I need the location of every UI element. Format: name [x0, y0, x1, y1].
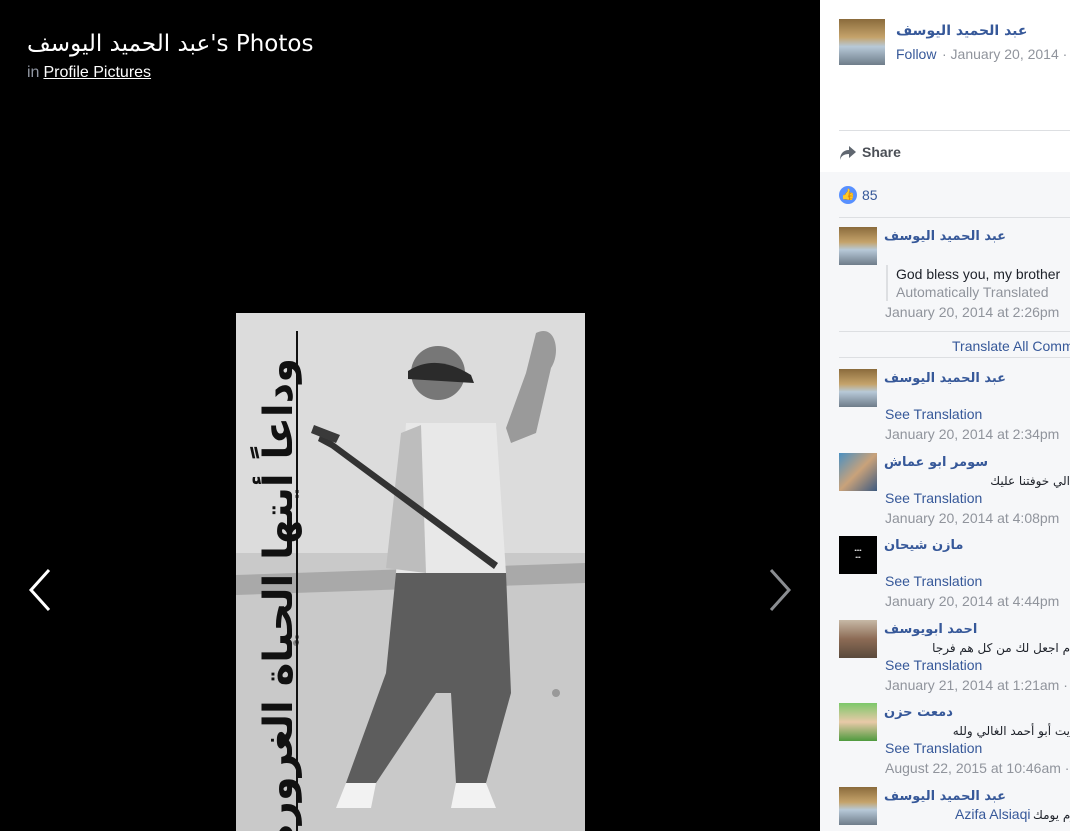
comment-text: الي خوفتنا عليك: [990, 474, 1070, 488]
commenter-name[interactable]: عبد الحميد اليوسف: [884, 229, 1006, 244]
viewer-title: عبد الحميد اليوسف's Photos: [27, 31, 314, 57]
comment-timestamp[interactable]: January 20, 2014 at 2:34pm: [885, 426, 1059, 442]
post-date: · January 20, 2014 ·: [942, 46, 1068, 62]
photo[interactable]: وداعاً أيتها الحياة الغرورة: [236, 313, 585, 831]
see-translation-link[interactable]: See Translation: [885, 657, 982, 673]
photo-caption-vertical: وداعاً أيتها الحياة الغرورة: [256, 358, 302, 831]
comment-timestamp[interactable]: January 20, 2014 at 4:44pm: [885, 593, 1059, 609]
divider: [839, 130, 1070, 131]
commenter-avatar[interactable]: [839, 787, 877, 825]
comment-text: وم يومك: [1033, 808, 1070, 822]
translation-quote-bar: [886, 265, 888, 301]
commenter-name[interactable]: مازن شيحان: [884, 538, 963, 553]
next-photo-icon[interactable]: [765, 566, 795, 614]
commenter-avatar[interactable]: [839, 620, 877, 658]
album-breadcrumb: in Profile Pictures: [27, 64, 151, 82]
comment-timestamp[interactable]: January 20, 2014 at 2:26pm: [885, 304, 1059, 320]
like-icon: 👍: [839, 186, 857, 204]
divider: [839, 331, 1070, 332]
divider: [839, 217, 1070, 218]
post-author-avatar[interactable]: [839, 19, 885, 65]
like-count[interactable]: 85: [862, 187, 878, 203]
see-translation-link[interactable]: See Translation: [885, 573, 982, 589]
commenter-avatar[interactable]: •••• •••: [839, 536, 877, 574]
comment-mention[interactable]: Azifa Alsiaqi: [955, 806, 1030, 822]
in-label: in: [27, 64, 40, 81]
comment-text: يت أبو أحمد الغالي ولله: [952, 724, 1070, 738]
follow-button[interactable]: Follow: [896, 46, 936, 62]
commenter-name[interactable]: دمعت حزن: [884, 705, 953, 720]
comment-timestamp[interactable]: August 22, 2015 at 10:46am ·: [885, 760, 1069, 776]
comment-timestamp[interactable]: January 20, 2014 at 4:08pm: [885, 510, 1059, 526]
album-link[interactable]: Profile Pictures: [43, 64, 151, 81]
previous-photo-icon[interactable]: [25, 566, 55, 614]
divider: [839, 357, 1070, 358]
commenter-name[interactable]: عبد الحميد اليوسف: [884, 789, 1006, 804]
commenter-avatar[interactable]: [839, 703, 877, 741]
see-translation-link[interactable]: See Translation: [885, 406, 982, 422]
commenter-name[interactable]: احمد ابويوسف: [884, 622, 977, 637]
see-translation-link[interactable]: See Translation: [885, 740, 982, 756]
comment-text: God bless you, my brother: [896, 266, 1061, 282]
comments-panel: 👍 85 عبد الحميد اليوسف God bless you, my…: [820, 172, 1070, 831]
commenter-name[interactable]: سومر ابو عماش: [884, 455, 988, 470]
commenter-avatar[interactable]: [839, 369, 877, 407]
comment-text: م اجعل لك من كل هم فرجا: [932, 641, 1070, 655]
share-button[interactable]: Share: [862, 144, 901, 160]
commenter-avatar[interactable]: [839, 453, 877, 491]
commenter-name[interactable]: عبد الحميد اليوسف: [884, 371, 1006, 386]
translate-all-button[interactable]: Translate All Comments: [952, 338, 1070, 354]
commenter-avatar[interactable]: [839, 227, 877, 265]
photo-sidebar: عبد الحميد اليوسف Follow · January 20, 2…: [820, 0, 1070, 831]
photo-viewer: عبد الحميد اليوسف's Photos in Profile Pic…: [0, 0, 820, 831]
share-icon: [840, 146, 856, 160]
comment-timestamp[interactable]: January 21, 2014 at 1:21am ·: [885, 677, 1068, 693]
post-author-name[interactable]: عبد الحميد اليوسف: [896, 23, 1027, 39]
auto-translated-label: Automatically Translated: [896, 284, 1049, 300]
see-translation-link[interactable]: See Translation: [885, 490, 982, 506]
